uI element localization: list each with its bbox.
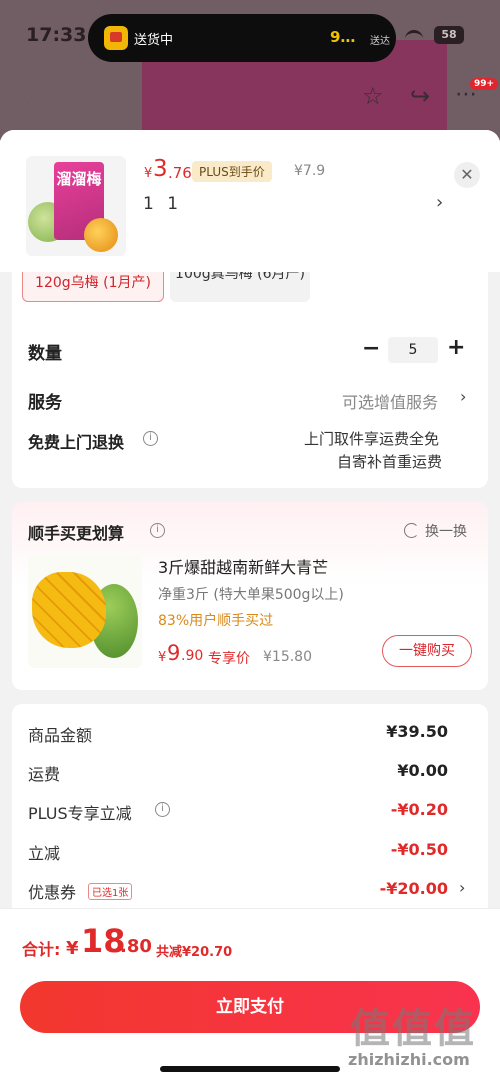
chevron-right-icon[interactable]: › xyxy=(460,387,466,406)
original-price: ¥7.9 xyxy=(294,163,326,179)
quantity-minus-button[interactable]: − xyxy=(362,336,380,361)
close-button[interactable]: ✕ xyxy=(454,162,480,188)
home-indicator[interactable] xyxy=(160,1066,340,1072)
fee-label: 运费 xyxy=(28,765,61,784)
quantity-plus-button[interactable]: + xyxy=(447,335,465,360)
product-image[interactable]: 溜溜梅 xyxy=(26,156,126,256)
live-activity-dest: 送达 xyxy=(370,36,390,47)
upsell-price-tag: 专享价 xyxy=(208,651,250,667)
fee-value: -¥0.50 xyxy=(390,840,448,859)
coupon-selected-tag: 已选1张 xyxy=(88,883,133,900)
close-icon: ✕ xyxy=(460,165,474,184)
favorite-star-icon[interactable]: ☆ xyxy=(362,82,384,110)
return-service-label: 免费上门退换 xyxy=(28,433,125,452)
battery-icon: 58 xyxy=(434,26,464,44)
coupon-label[interactable]: 优惠券 xyxy=(28,879,76,903)
fee-label: 商品金额 xyxy=(28,726,93,745)
chevron-right-icon[interactable]: › xyxy=(459,878,465,897)
chevron-right-icon[interactable]: › xyxy=(436,192,443,213)
info-icon[interactable]: i xyxy=(155,802,170,817)
upsell-price-decimal: .90 xyxy=(181,648,204,664)
plus-price-tag: PLUS到手价 xyxy=(192,161,272,182)
purchase-sheet: 120g乌梅 (1月产) 100g真乌梅 (6月产) 溜溜梅 ¥ 3 .76 P… xyxy=(0,130,500,1084)
return-service-line1: 上门取件享运费全免 xyxy=(304,430,440,448)
upsell-product-weight: 净重3斤 (特大单果500g以上) xyxy=(158,587,344,603)
service-value[interactable]: 可选增值服务 xyxy=(342,389,438,413)
share-icon[interactable]: ↪ xyxy=(410,82,430,110)
fee-label: PLUS专享立减 xyxy=(28,804,132,823)
total-integer: 18 xyxy=(81,922,126,960)
live-activity-title: 送货中 xyxy=(134,33,174,48)
status-time: 17:33 xyxy=(26,24,87,46)
total-decimal: .80 xyxy=(120,936,152,957)
cart-badge: 99+ xyxy=(470,78,499,90)
upsell-price-integer: 9 xyxy=(167,641,181,665)
fee-value: -¥0.20 xyxy=(390,800,448,819)
price-currency: ¥ xyxy=(144,166,153,181)
upsell-product-image[interactable] xyxy=(28,554,142,668)
plum-fruit-image xyxy=(84,218,118,252)
service-label: 服务 xyxy=(28,393,62,413)
live-activity[interactable]: 送货中 9… 送达 xyxy=(88,14,396,62)
upsell-original-price: ¥15.80 xyxy=(263,649,312,665)
back-icon[interactable]: ‹ xyxy=(24,84,35,117)
price-decimal: .76 xyxy=(168,164,192,182)
swap-button[interactable]: 换一换 xyxy=(425,521,467,541)
total-currency: ¥ xyxy=(66,938,79,959)
live-activity-eta: 9… xyxy=(330,28,356,46)
product-header: 溜溜梅 ¥ 3 .76 PLUS到手价 ¥7.9 ✕ 1 1 › xyxy=(0,130,500,272)
fee-value: ¥39.50 xyxy=(386,722,448,741)
total-savings: 共减¥20.70 xyxy=(156,945,233,960)
upsell-product-name[interactable]: 3斤爆甜越南新鲜大青芒 xyxy=(158,554,328,578)
fee-value: ¥0.00 xyxy=(397,761,448,780)
info-icon[interactable]: i xyxy=(150,523,165,538)
fee-label: 立减 xyxy=(28,844,61,863)
quantity-input[interactable]: 5 xyxy=(388,337,438,363)
price-integer: 3 xyxy=(153,156,168,182)
cut-mango-image xyxy=(32,572,106,648)
quantity-label: 数量 xyxy=(28,344,62,364)
upsell-title: 顺手买更划算 xyxy=(28,524,125,543)
product-image-label: 溜溜梅 xyxy=(56,170,102,188)
selected-spec[interactable]: 1 1 xyxy=(143,194,182,214)
coupon-value[interactable]: -¥20.00 xyxy=(380,879,448,898)
total-label: 合计: xyxy=(22,940,61,959)
one-click-buy-button[interactable]: 一键购买 xyxy=(382,635,472,667)
upsell-bought-stat: 83%用户顺手买过 xyxy=(158,613,274,629)
info-icon[interactable]: i xyxy=(143,431,158,446)
refresh-icon[interactable] xyxy=(404,523,419,538)
wifi-icon xyxy=(405,30,423,42)
watermark-url: zhizhizhi.com xyxy=(348,1050,470,1069)
watermark-logo: 值值值 xyxy=(350,1006,476,1052)
delivery-truck-icon xyxy=(104,26,128,50)
return-service-line2: 自寄补首重运费 xyxy=(337,453,443,471)
upsell-price-currency: ¥ xyxy=(158,650,167,665)
